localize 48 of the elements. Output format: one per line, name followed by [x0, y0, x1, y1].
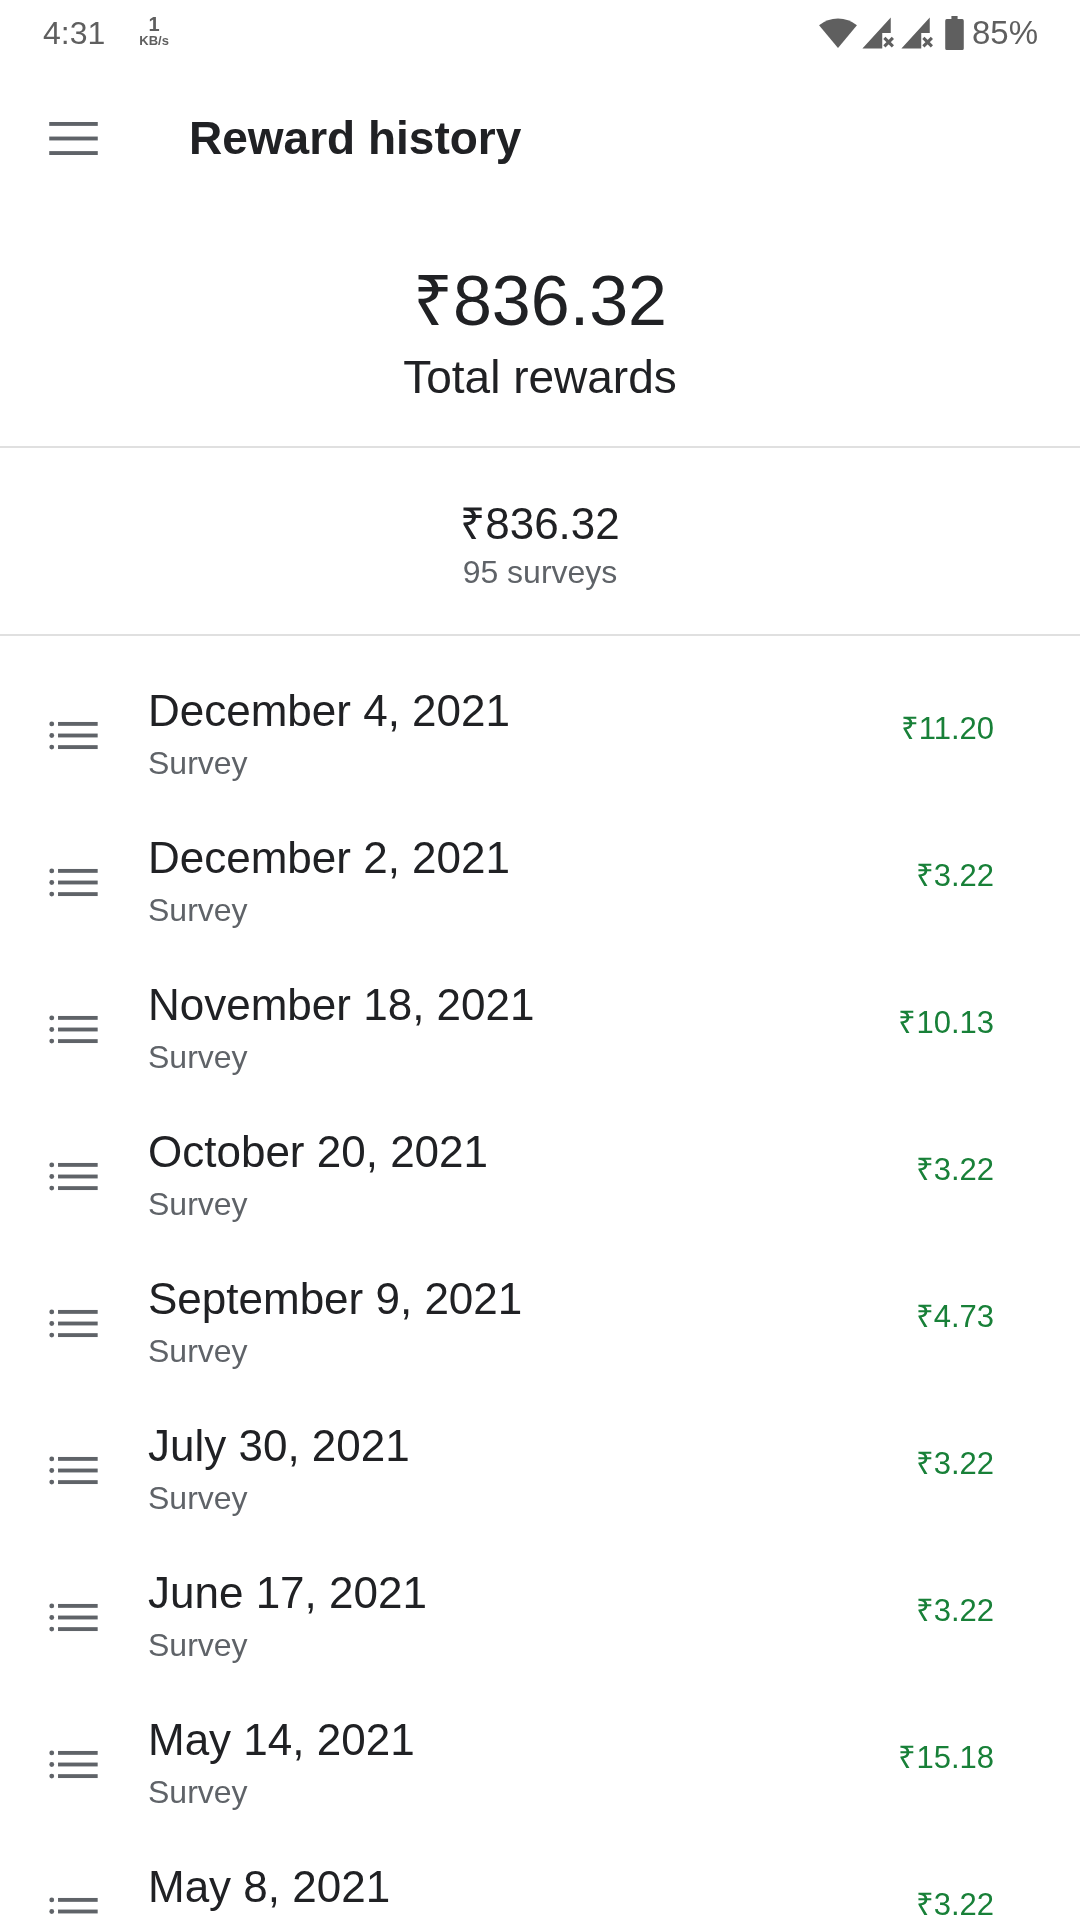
reward-date: September 9, 2021 — [148, 1276, 523, 1322]
reward-type: Survey — [148, 1773, 248, 1812]
reward-type: Survey — [148, 891, 248, 930]
reward-amount: ₹3.22 — [915, 1154, 994, 1186]
reward-date: May 8, 2021 — [148, 1864, 391, 1910]
reward-amount: ₹11.20 — [900, 713, 994, 745]
reward-amount: ₹3.22 — [915, 1595, 994, 1627]
reward-type: Survey — [148, 1185, 248, 1224]
reward-type: Survey — [148, 1626, 248, 1665]
list-icon — [49, 1603, 98, 1632]
reward-date: December 2, 2021 — [148, 835, 510, 881]
battery-percent: 85% — [971, 14, 1038, 52]
reward-amount: ₹3.22 — [915, 1889, 994, 1920]
reward-amount: ₹10.13 — [898, 1007, 994, 1039]
page-title: Reward history — [189, 111, 522, 166]
wifi-icon — [818, 18, 857, 48]
reward-date: July 30, 2021 — [148, 1423, 410, 1469]
list-icon — [49, 1750, 98, 1779]
reward-date: December 4, 2021 — [148, 688, 510, 734]
reward-type: Survey — [148, 1479, 248, 1518]
reward-date: June 17, 2021 — [148, 1570, 427, 1616]
signal-icon — [860, 16, 895, 50]
network-speed-unit: KB/s — [139, 34, 169, 48]
list-icon — [49, 1456, 98, 1485]
list-icon — [49, 1309, 98, 1338]
total-amount: ₹836.32 — [412, 261, 668, 342]
signal-icon — [899, 16, 934, 50]
reward-amount: ₹15.18 — [898, 1742, 994, 1774]
reward-date: May 14, 2021 — [148, 1717, 415, 1763]
reward-date: November 18, 2021 — [148, 982, 535, 1028]
reward-date: October 20, 2021 — [148, 1129, 488, 1175]
reward-amount: ₹3.22 — [915, 860, 994, 892]
reward-type: Survey — [148, 1038, 248, 1077]
total-label: Total rewards — [403, 350, 677, 405]
subtotal-amount: ₹836.32 — [460, 498, 620, 550]
menu-icon[interactable] — [49, 121, 98, 155]
reward-amount: ₹3.22 — [915, 1448, 994, 1480]
reward-type: Survey — [148, 1332, 248, 1371]
list-icon — [49, 721, 98, 750]
battery-icon — [944, 16, 964, 50]
list-icon — [49, 868, 98, 897]
list-icon — [49, 1015, 98, 1044]
network-speed-value: 1 — [148, 14, 160, 34]
list-icon — [49, 1162, 98, 1191]
survey-count: 95 surveys — [462, 553, 618, 592]
status-time: 4:31 — [43, 15, 106, 51]
reward-amount: ₹4.73 — [915, 1301, 994, 1333]
reward-type: Survey — [148, 744, 248, 783]
